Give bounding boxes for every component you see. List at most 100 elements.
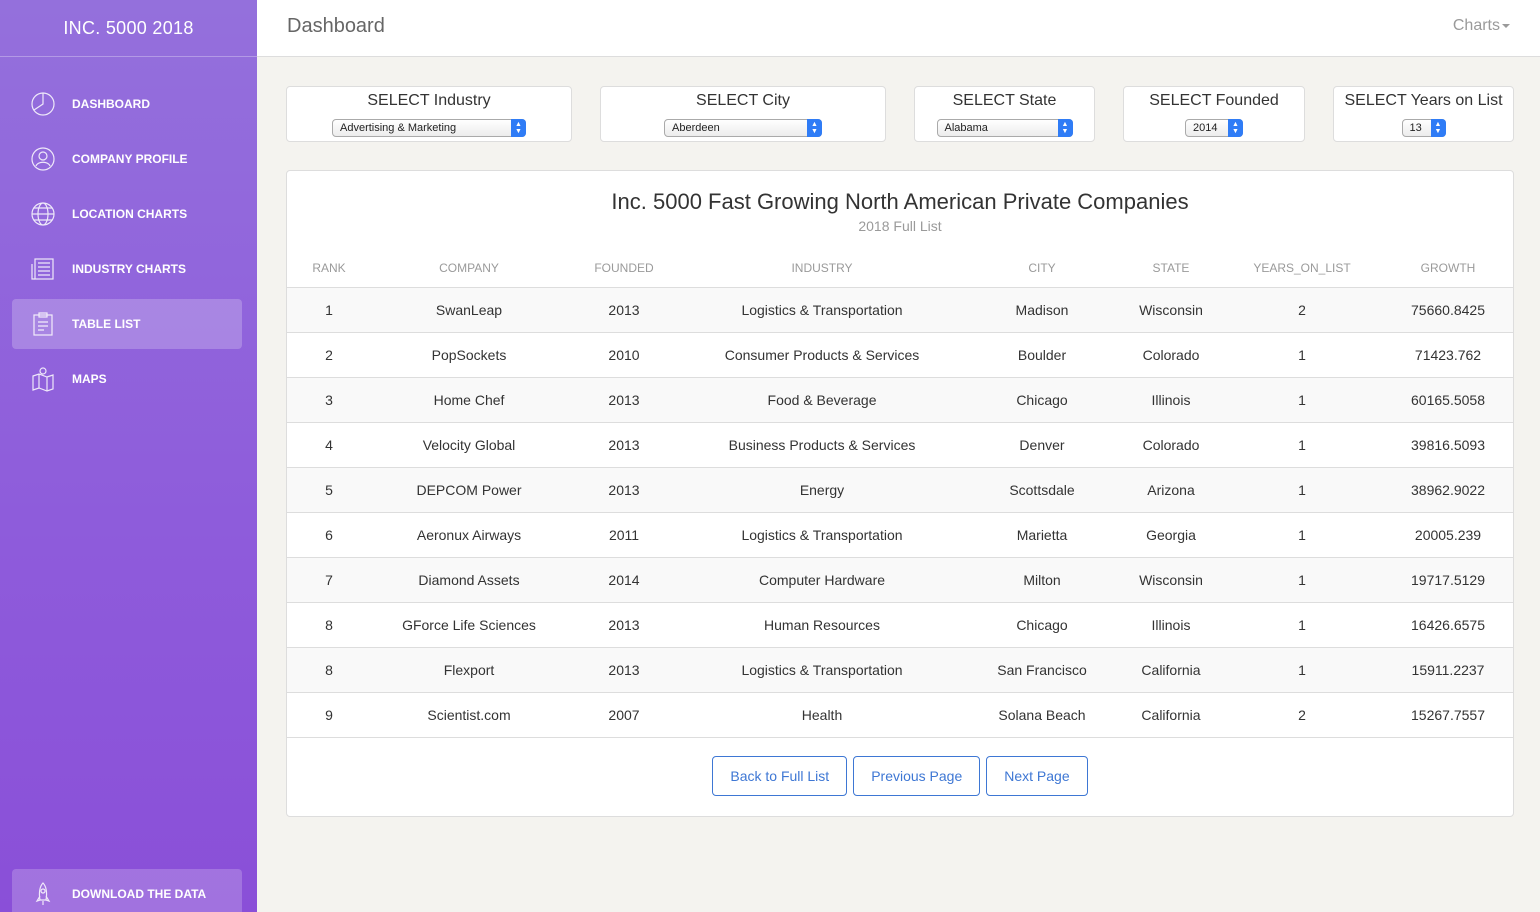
charts-dropdown-label: Charts	[1452, 17, 1500, 34]
growth-cell: 75660.8425	[1383, 287, 1513, 333]
select-arrows-icon: ▲ ▼	[511, 119, 526, 137]
charts-dropdown[interactable]: Charts	[1453, 17, 1510, 35]
founded-cell: 2010	[567, 332, 681, 378]
state-cell: California	[1121, 692, 1221, 738]
city-cell: Denver	[963, 422, 1121, 468]
globe-icon	[29, 200, 57, 228]
sidebar-item-location-charts[interactable]: LOCATION CHARTS	[12, 189, 242, 239]
growth-cell: 39816.5093	[1383, 422, 1513, 468]
state-cell: Georgia	[1121, 512, 1221, 558]
company-cell: GForce Life Sciences	[371, 602, 567, 648]
sidebar-item-table-list[interactable]: TABLE LIST	[12, 299, 242, 349]
table-row[interactable]: 3 Home Chef 2013 Food & Beverage Chicago Illi…	[287, 377, 1513, 423]
sidebar-item-dashboard[interactable]: DASHBOARD	[12, 79, 242, 129]
page-title: Dashboard	[287, 15, 385, 37]
city-cell: Madison	[963, 287, 1121, 333]
growth-cell: 38962.9022	[1383, 467, 1513, 513]
company-cell: Scientist.com	[371, 692, 567, 738]
rank-cell: 8	[287, 602, 371, 648]
download-label: DOWNLOAD THE DATA	[72, 887, 207, 901]
filter-founded: SELECT Founded 2014 ▲ ▼	[1123, 86, 1305, 142]
table-row[interactable]: 7 Diamond Assets 2014 Computer Hardware Milt…	[287, 557, 1513, 603]
select-arrows-icon: ▲ ▼	[1430, 119, 1446, 137]
rank-cell: 3	[287, 377, 371, 423]
years-on-list-cell: 1	[1221, 647, 1383, 693]
column-header-industry[interactable]: INDUSTRY	[681, 261, 963, 288]
filter-years-on-list: SELECT Years on List 13 ▲ ▼	[1333, 86, 1514, 142]
years-select[interactable]: 13 ▲ ▼	[1401, 119, 1446, 137]
back-to-full-list-button[interactable]: Back to Full List	[712, 756, 848, 796]
industry-cell: Logistics & Transportation	[681, 512, 963, 558]
state-cell: Colorado	[1121, 332, 1221, 378]
table-row[interactable]: 8 Flexport 2013 Logistics & Transportation S…	[287, 647, 1513, 693]
company-cell: Home Chef	[371, 377, 567, 423]
table-row[interactable]: 2 PopSockets 2010 Consumer Products & Servi…	[287, 332, 1513, 378]
sidebar-item-company-profile[interactable]: COMPANY PROFILE	[12, 134, 242, 184]
industry-select[interactable]: Advertising & Marketing ▲ ▼	[332, 119, 526, 137]
growth-cell: 16426.6575	[1383, 602, 1513, 648]
state-cell: Wisconsin	[1121, 557, 1221, 603]
industry-cell: Logistics & Transportation	[681, 287, 963, 333]
company-cell: DEPCOM Power	[371, 467, 567, 513]
rank-cell: 1	[287, 287, 371, 333]
rank-cell: 8	[287, 647, 371, 693]
table-row[interactable]: 4 Velocity Global 2013 Business Products & …	[287, 422, 1513, 468]
filter-label: SELECT State	[952, 92, 1057, 109]
growth-cell: 15911.2237	[1383, 647, 1513, 693]
state-select-value: Alabama	[944, 122, 988, 134]
clipboard-icon	[29, 310, 57, 338]
top-navbar: Dashboard Charts	[257, 0, 1540, 57]
column-header-rank[interactable]: RANK	[287, 261, 371, 288]
table-row[interactable]: 5 DEPCOM Power 2013 Energy Scottsdale Arizona…	[287, 467, 1513, 513]
growth-cell: 20005.239	[1383, 512, 1513, 558]
rank-cell: 7	[287, 557, 371, 603]
rank-cell: 9	[287, 692, 371, 738]
city-cell: Chicago	[963, 602, 1121, 648]
rank-cell: 6	[287, 512, 371, 558]
column-header-company[interactable]: COMPANY	[371, 261, 567, 288]
industry-cell: Logistics & Transportation	[681, 647, 963, 693]
brand-title[interactable]: INC. 5000 2018	[0, 0, 257, 57]
filter-label: SELECT Years on List	[1344, 92, 1503, 109]
column-header-years-on-list[interactable]: YEARS_ON_LIST	[1221, 261, 1383, 288]
years-on-list-cell: 1	[1221, 602, 1383, 648]
table-row[interactable]: 9 Scientist.com 2007 Health Solana Beach Cali…	[287, 692, 1513, 738]
table-row[interactable]: 6 Aeronux Airways 2011 Logistics & Transpor…	[287, 512, 1513, 558]
download-data-button[interactable]: DOWNLOAD THE DATA	[12, 869, 242, 912]
founded-cell: 2013	[567, 377, 681, 423]
table-subtitle: 2018 Full List	[858, 218, 942, 234]
table-row[interactable]: 1 SwanLeap 2013 Logistics & Transportation M…	[287, 287, 1513, 333]
sidebar-item-maps[interactable]: MAPS	[12, 354, 242, 404]
company-cell: Aeronux Airways	[371, 512, 567, 558]
sidebar-nav: DASHBOARD COMPANY PROFILE LOCATION CHART…	[0, 57, 257, 404]
rank-cell: 5	[287, 467, 371, 513]
column-header-founded[interactable]: FOUNDED	[567, 261, 681, 288]
industry-cell: Business Products & Services	[681, 422, 963, 468]
filter-label: SELECT City	[696, 92, 790, 109]
user-icon	[29, 145, 57, 173]
table-body: 1 SwanLeap 2013 Logistics & Transportation M…	[287, 287, 1513, 738]
city-cell: Solana Beach	[963, 692, 1121, 738]
select-arrows-icon: ▲ ▼	[807, 119, 822, 137]
founded-select[interactable]: 2014 ▲ ▼	[1185, 119, 1243, 137]
news-icon	[29, 255, 57, 283]
previous-page-button[interactable]: Previous Page	[853, 756, 981, 796]
column-header-growth[interactable]: GROWTH	[1383, 261, 1513, 288]
companies-table: RANK COMPANY FOUNDED INDUSTRY CITY STATE…	[287, 261, 1513, 738]
sidebar-item-industry-charts[interactable]: INDUSTRY CHARTS	[12, 244, 242, 294]
years-on-list-cell: 1	[1221, 377, 1383, 423]
caret-down-icon	[1502, 23, 1510, 28]
city-select[interactable]: Aberdeen ▲ ▼	[664, 119, 822, 137]
state-cell: Illinois	[1121, 602, 1221, 648]
rank-cell: 4	[287, 422, 371, 468]
table-row[interactable]: 8 GForce Life Sciences 2013 Human Resources…	[287, 602, 1513, 648]
state-select[interactable]: Alabama ▲ ▼	[936, 119, 1073, 137]
sidebar-item-label: TABLE LIST	[72, 317, 141, 331]
table-title: Inc. 5000 Fast Growing North American Pr…	[611, 189, 1189, 214]
growth-cell: 71423.762	[1383, 332, 1513, 378]
column-header-city[interactable]: CITY	[963, 261, 1121, 288]
column-header-state[interactable]: STATE	[1121, 261, 1221, 288]
next-page-button[interactable]: Next Page	[986, 756, 1088, 796]
founded-cell: 2013	[567, 287, 681, 333]
industry-select-value: Advertising & Marketing	[340, 122, 457, 134]
